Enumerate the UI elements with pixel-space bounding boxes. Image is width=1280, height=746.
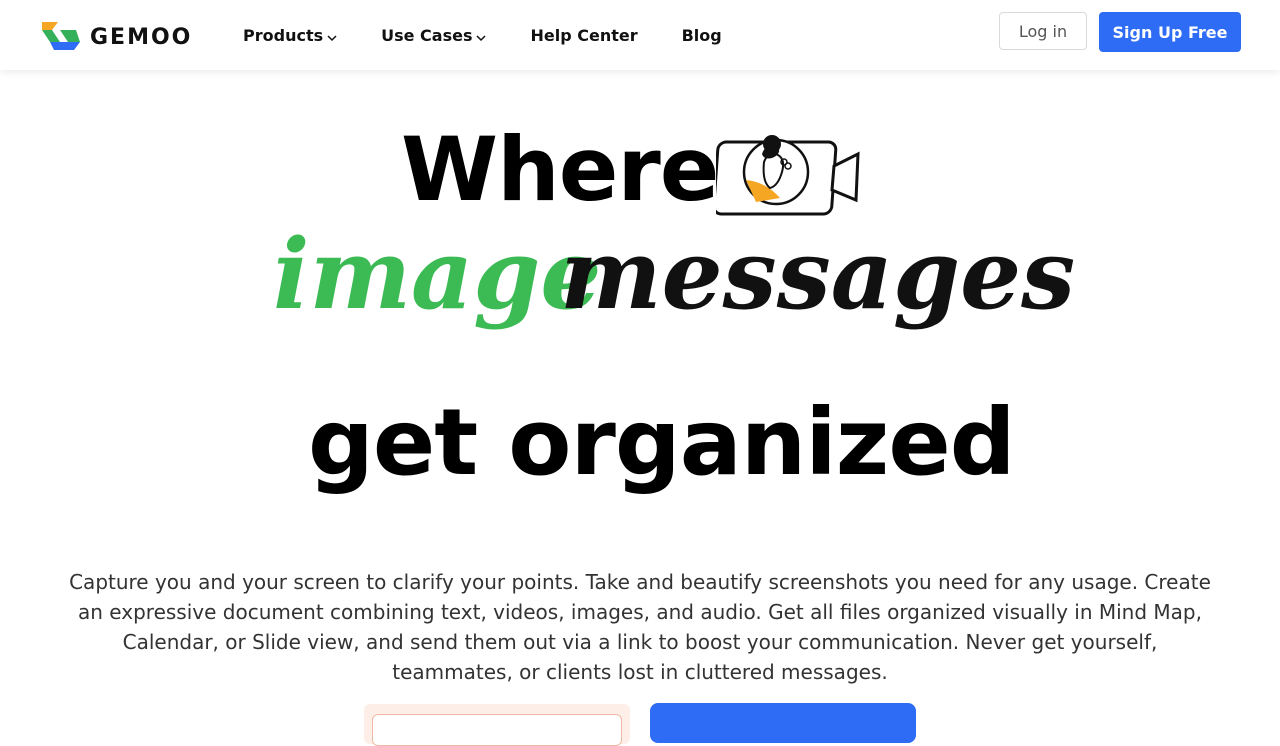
nav-item-products[interactable]: Products	[243, 25, 337, 46]
main-nav: Products Use Cases Help Center Blog	[243, 0, 766, 70]
hero-heading-line3: get organized	[308, 389, 1016, 496]
nav-item-help-center[interactable]: Help Center	[530, 26, 637, 45]
nav-item-label: Products	[243, 25, 324, 45]
chevron-down-icon	[476, 27, 487, 46]
chevron-down-icon	[327, 27, 337, 46]
hero-script-image: image	[273, 218, 602, 331]
hero-heading-line1: Where	[401, 118, 719, 221]
secondary-cta-inner	[372, 714, 622, 746]
brand-name: GEMOO	[90, 24, 193, 50]
nav-item-use-cases[interactable]: Use Cases	[381, 25, 487, 46]
nav-item-label: Help Center	[530, 25, 638, 45]
brand-logo[interactable]: GEMOO	[38, 18, 192, 56]
signup-button[interactable]: Sign Up Free	[1099, 12, 1241, 52]
secondary-cta-button[interactable]	[364, 704, 630, 746]
nav-item-blog[interactable]: Blog	[682, 26, 722, 45]
top-navigation-bar: GEMOO Products Use Cases Help Center Blo…	[0, 0, 1280, 70]
gemoo-logo-icon	[38, 18, 82, 56]
hero-script-messages: messages	[560, 218, 1076, 331]
nav-item-label: Blog	[681, 25, 722, 45]
primary-cta-button[interactable]	[650, 703, 916, 743]
hero-description: Capture you and your screen to clarify y…	[69, 570, 1211, 684]
camera-portrait-icon	[712, 132, 864, 222]
login-button[interactable]: Log in	[999, 12, 1087, 50]
nav-item-label: Use Cases	[381, 25, 473, 45]
